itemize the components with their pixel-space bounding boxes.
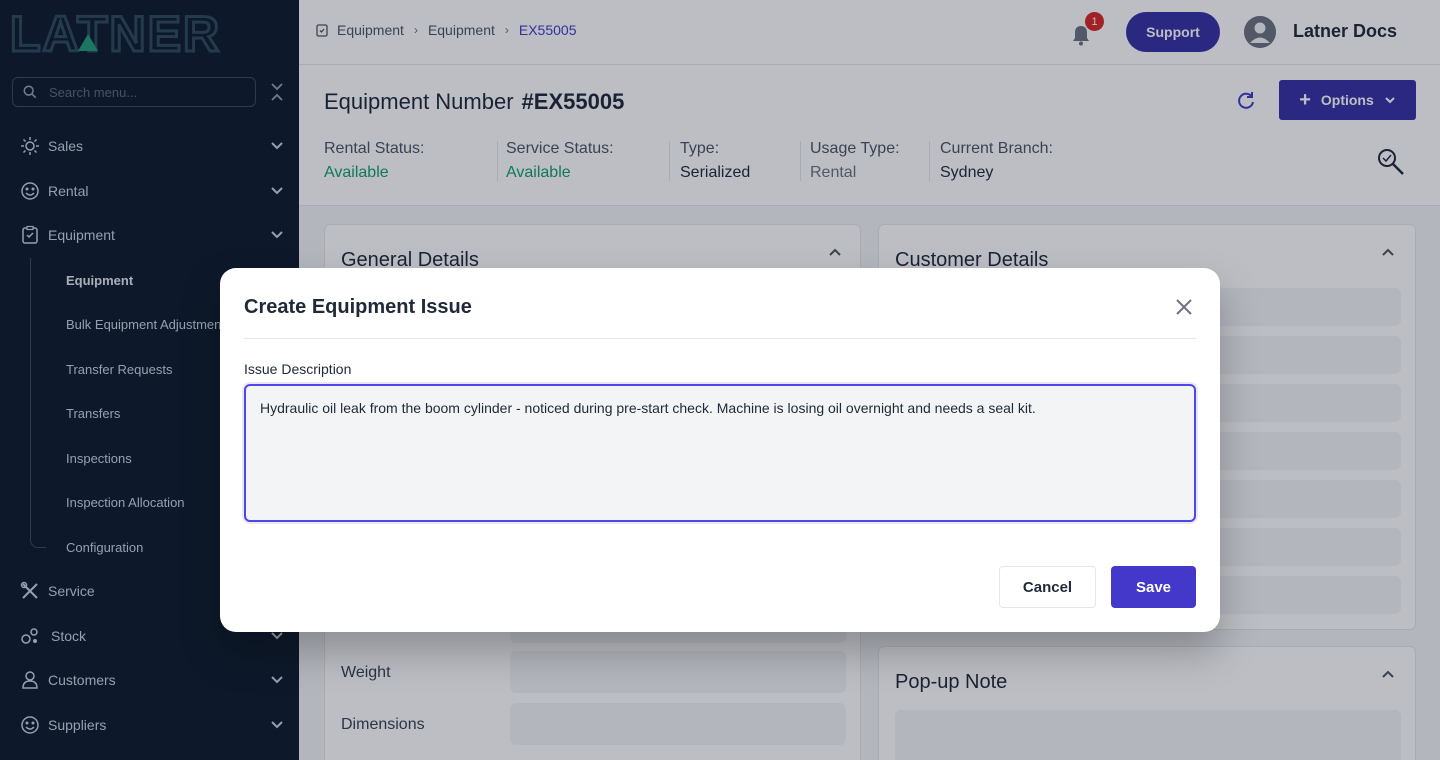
cancel-button[interactable]: Cancel — [999, 566, 1096, 608]
modal-title: Create Equipment Issue — [244, 296, 472, 318]
close-icon[interactable] — [1175, 298, 1193, 316]
issue-description-input[interactable]: Hydraulic oil leak from the boom cylinde… — [244, 384, 1196, 522]
create-equipment-issue-modal: Create Equipment Issue Issue Description… — [220, 268, 1220, 632]
issue-description-label: Issue Description — [244, 361, 352, 377]
save-button[interactable]: Save — [1111, 566, 1196, 608]
divider — [244, 338, 1196, 339]
